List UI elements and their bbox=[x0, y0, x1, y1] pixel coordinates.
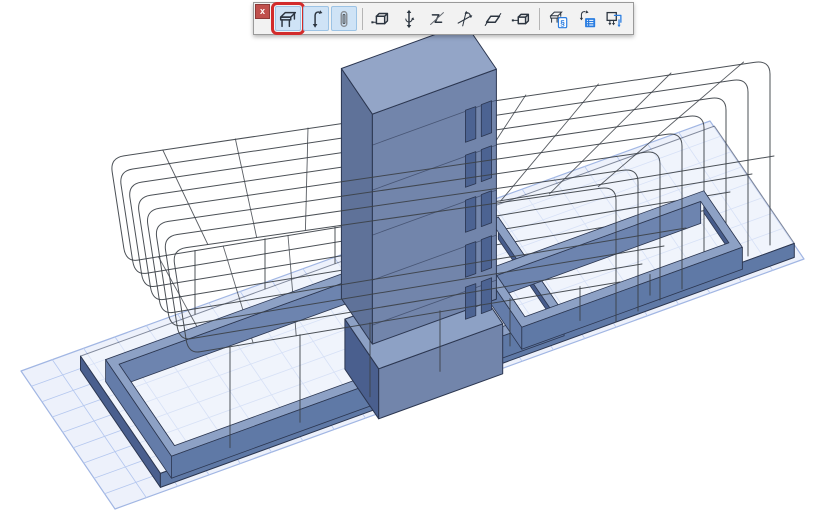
rotate-free-button[interactable] bbox=[452, 6, 478, 31]
elevate-arrow-icon bbox=[305, 8, 327, 30]
cube-pin-alt-icon bbox=[510, 8, 532, 30]
viewport-3d[interactable]: x bbox=[0, 0, 830, 527]
arrow-list-icon bbox=[575, 8, 597, 30]
paragraph-glyph: § bbox=[560, 18, 565, 27]
floating-edit-toolbar: x bbox=[253, 2, 634, 35]
core-tower[interactable] bbox=[341, 24, 496, 345]
table-paragraph-icon: § bbox=[547, 8, 569, 30]
cube-pin-icon bbox=[370, 8, 392, 30]
capsule-icon bbox=[333, 8, 355, 30]
parallelogram-mirror-icon bbox=[482, 8, 504, 30]
elevate-node-button[interactable] bbox=[508, 6, 534, 31]
table-drag-icon bbox=[277, 8, 299, 30]
element-settings-button[interactable]: § bbox=[545, 6, 571, 31]
boxes-down-arrows-icon bbox=[603, 8, 625, 30]
z-profile-icon bbox=[426, 8, 448, 30]
elevate-options-button[interactable] bbox=[573, 6, 599, 31]
mirror-button[interactable] bbox=[480, 6, 506, 31]
drag-node-button[interactable] bbox=[368, 6, 394, 31]
stretch-profile-button[interactable] bbox=[424, 6, 450, 31]
elevate-element-button[interactable] bbox=[303, 6, 329, 31]
toolbar-separator bbox=[362, 8, 363, 30]
model-view-canvas[interactable] bbox=[0, 0, 830, 527]
drop-to-base-button[interactable] bbox=[601, 6, 627, 31]
drag-element-button[interactable] bbox=[275, 6, 301, 31]
vertical-arrows-icon bbox=[398, 8, 420, 30]
close-toolbar-button[interactable]: x bbox=[255, 4, 270, 19]
stretch-height-button[interactable] bbox=[331, 6, 357, 31]
axes-arrows-icon bbox=[454, 8, 476, 30]
move-vertical-button[interactable] bbox=[396, 6, 422, 31]
toolbar-separator bbox=[539, 8, 540, 30]
